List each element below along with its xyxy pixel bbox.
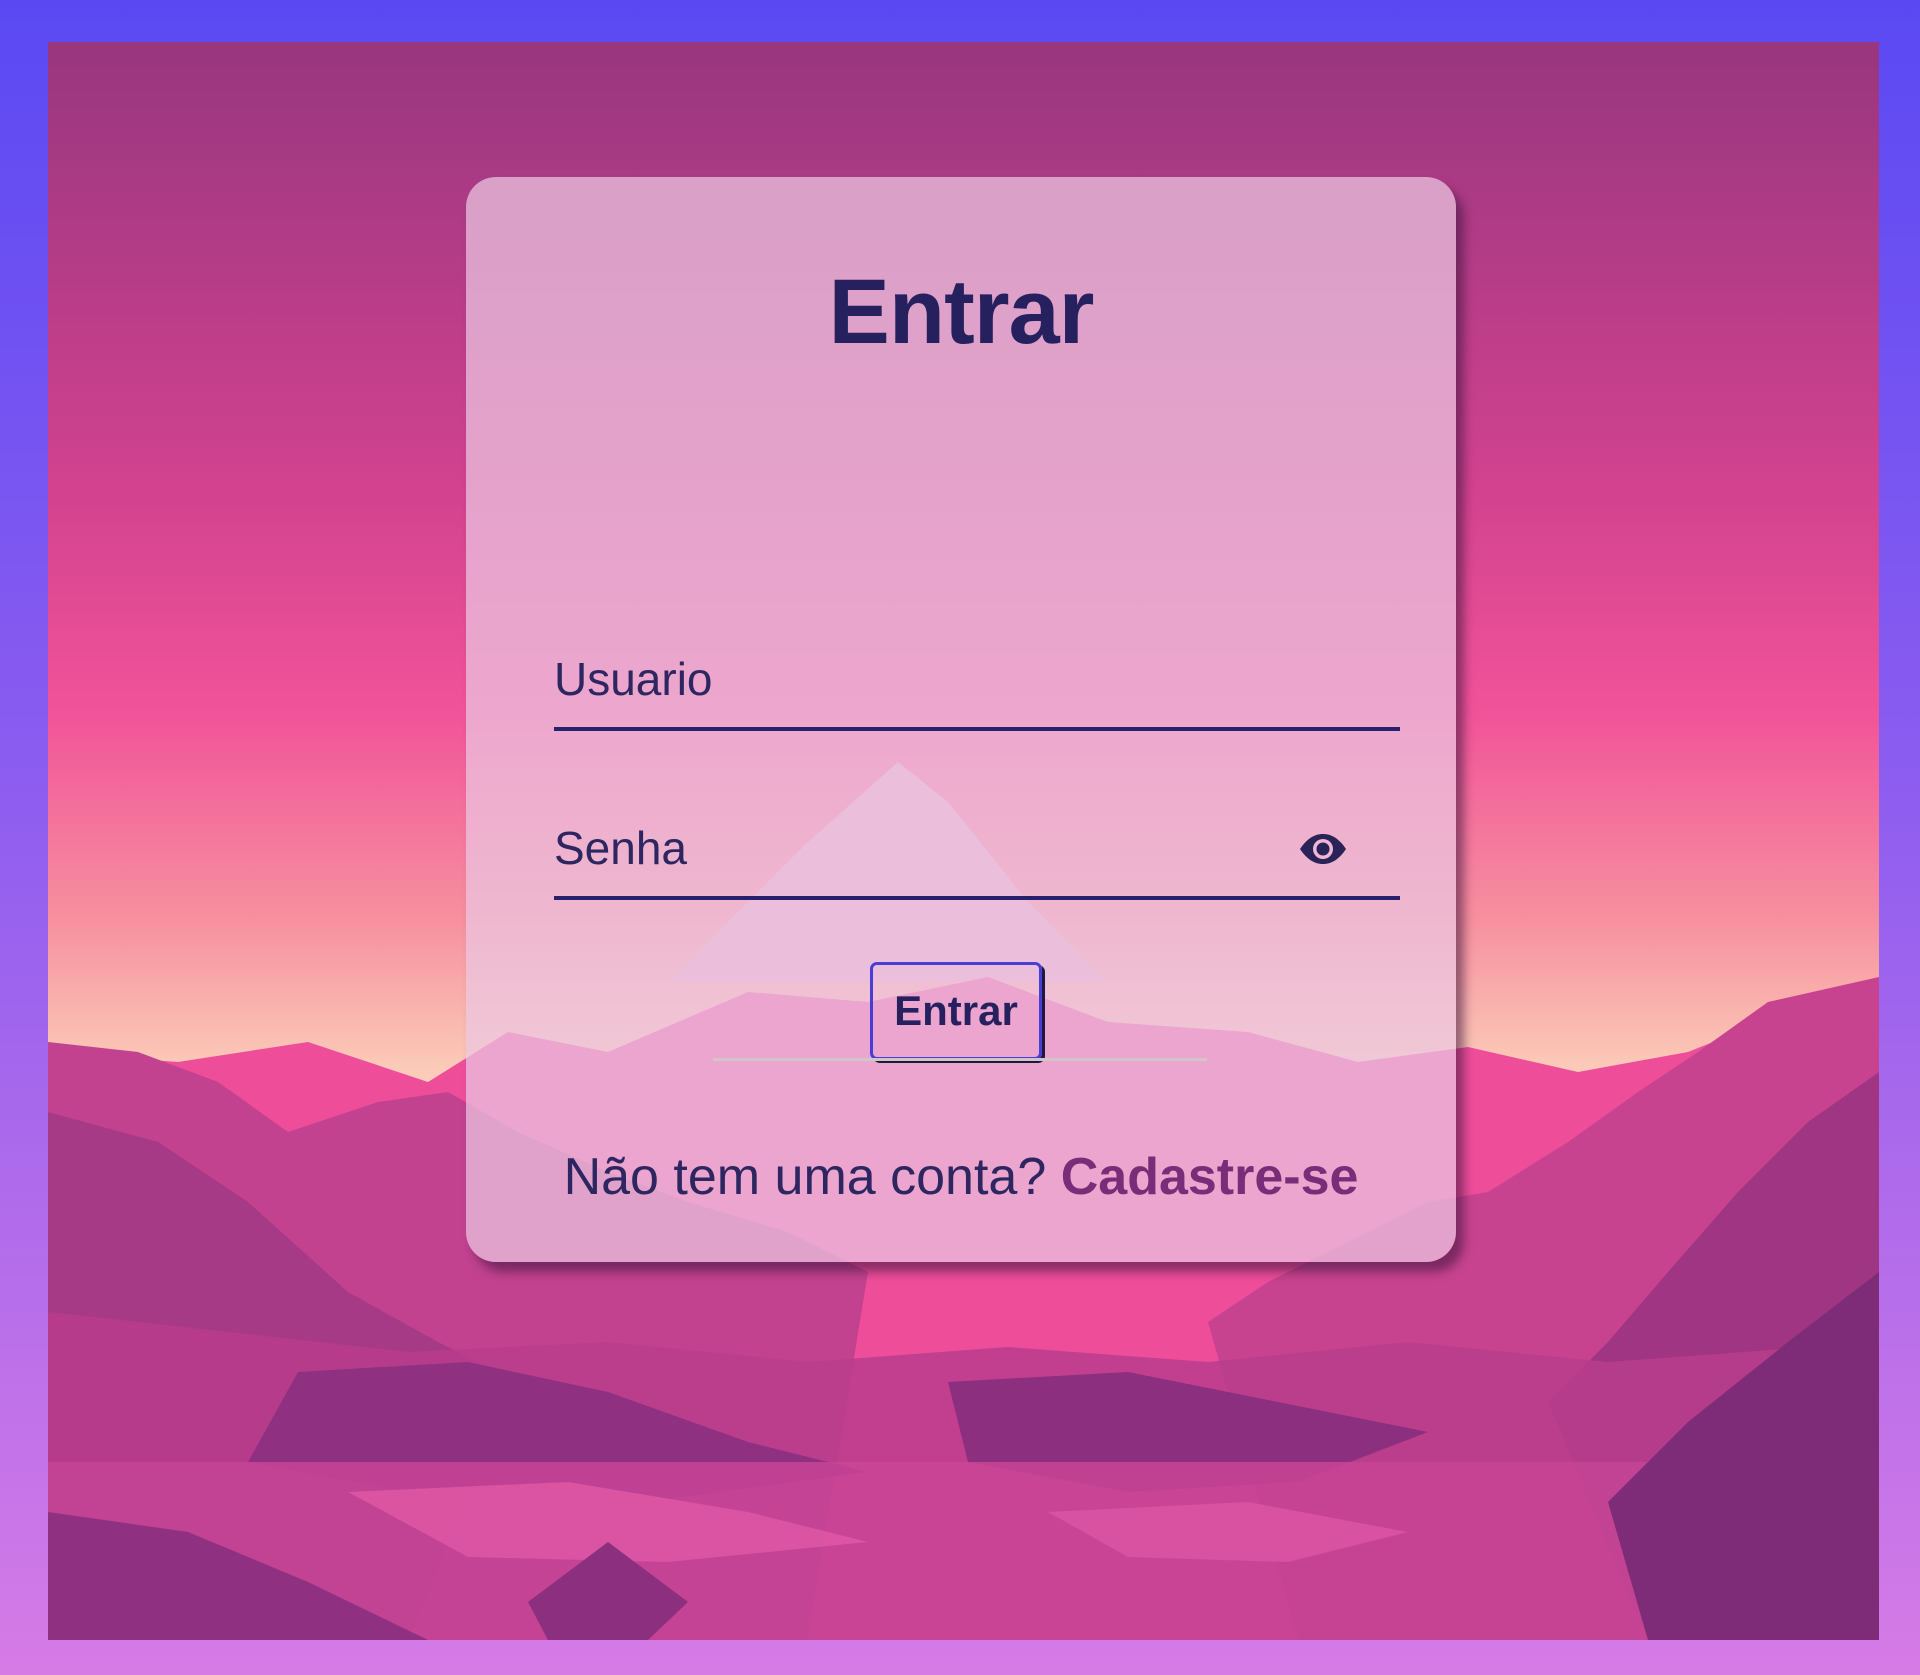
signup-prompt-text: Não tem uma conta?: [563, 1148, 1061, 1206]
eye-icon[interactable]: [1298, 832, 1348, 866]
page-title: Entrar: [828, 261, 1095, 363]
signup-prompt: Não tem uma conta? Cadastre-se: [466, 1147, 1456, 1207]
signup-link[interactable]: Cadastre-se: [1061, 1148, 1359, 1206]
background-scene: Entrar Entrar Não tem uma conta? Cadastr…: [48, 42, 1879, 1640]
username-field: [554, 631, 1400, 731]
username-input[interactable]: [554, 631, 1314, 727]
login-button[interactable]: Entrar: [870, 962, 1042, 1060]
password-field: [554, 800, 1400, 900]
password-input[interactable]: [554, 800, 1314, 896]
divider: [713, 1058, 1207, 1061]
login-card: Entrar Entrar Não tem uma conta? Cadastr…: [466, 177, 1456, 1262]
